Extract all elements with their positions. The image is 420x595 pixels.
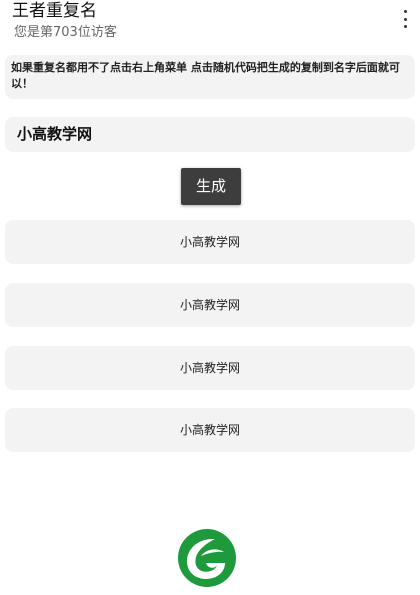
- generate-button[interactable]: 生成: [181, 168, 241, 205]
- menu-dot: [403, 25, 407, 28]
- menu-dot: [403, 10, 407, 13]
- result-item[interactable]: 小高教学网: [5, 346, 415, 390]
- result-item[interactable]: 小高教学网: [5, 408, 415, 452]
- instruction-notice: 如果重复名都用不了点击右上角菜单 点击随机代码把生成的复制到名字后面就可以！: [5, 55, 415, 99]
- leaf-logo-icon: [178, 529, 236, 587]
- result-item[interactable]: 小高教学网: [5, 220, 415, 264]
- menu-dot: [403, 17, 407, 21]
- result-item[interactable]: 小高教学网: [5, 283, 415, 327]
- more-vert-icon[interactable]: [398, 10, 412, 28]
- visitor-count: 您是第703位访客: [14, 25, 117, 40]
- app-title: 王者重复名: [12, 1, 97, 21]
- name-input[interactable]: 小高教学网: [5, 117, 415, 152]
